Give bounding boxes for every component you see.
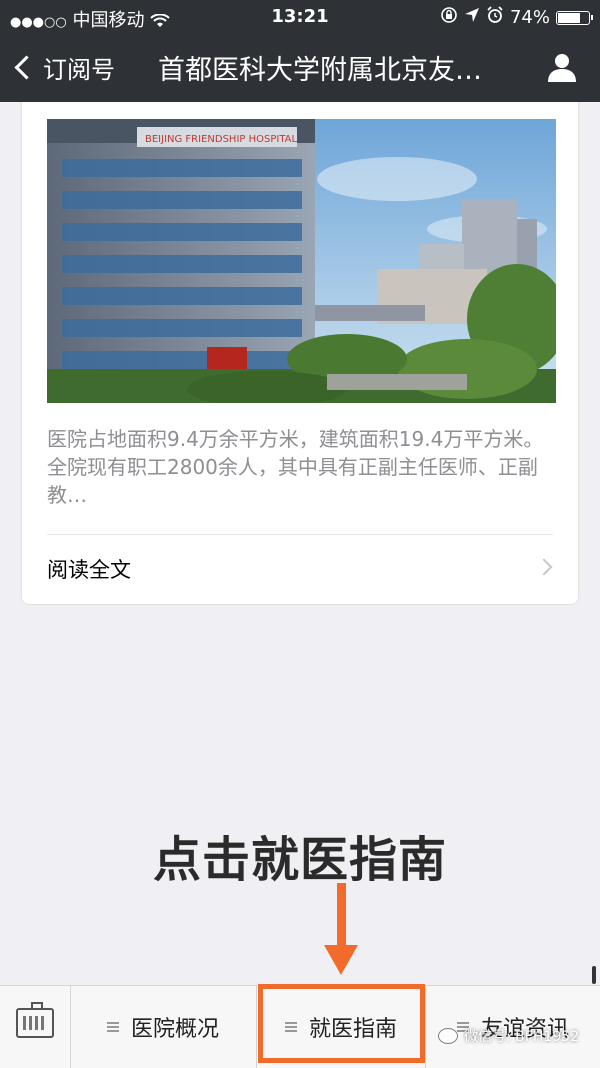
arrow-shaft xyxy=(337,883,346,950)
read-all-link[interactable]: 阅读全文 xyxy=(47,554,131,584)
keyboard-icon xyxy=(16,1008,54,1038)
page-title: 首都医科大学附属北京友… xyxy=(158,55,482,86)
scroll-indicator xyxy=(592,966,596,984)
keyboard-toggle-button[interactable] xyxy=(0,986,71,1068)
battery-fill xyxy=(558,12,580,23)
hospital-photo: BEIJING FRIENDSHIP HOSPITAL xyxy=(47,119,556,403)
top-bar: ●●●○○ 中国移动 13:21 74% 订阅号 首都医科大学附属北京友… xyxy=(0,0,600,102)
article-summary: 医院占地面积9.4万余平方米，建筑面积19.4万平方米。全院现有职工2800余人… xyxy=(47,427,544,507)
location-icon xyxy=(464,7,480,28)
menu-lines-icon xyxy=(106,1022,119,1032)
person-icon xyxy=(548,54,576,82)
hospital-sign: BEIJING FRIENDSHIP HOSPITAL xyxy=(145,134,297,145)
orientation-lock-icon xyxy=(440,6,458,29)
navigation-bar: 订阅号 首都医科大学附属北京友… xyxy=(0,34,600,102)
divider xyxy=(47,534,553,535)
status-bar: ●●●○○ 中国移动 13:21 74% xyxy=(0,0,600,34)
arrow-down-icon xyxy=(324,945,358,975)
back-label: 订阅号 xyxy=(43,56,115,84)
watermark-text: 微信号: BFH1952 xyxy=(464,1029,579,1045)
chevron-left-icon xyxy=(14,55,39,80)
profile-button[interactable] xyxy=(546,51,578,83)
annotation-text: 点击就医指南 xyxy=(152,832,447,888)
chevron-right-icon xyxy=(535,558,553,576)
highlight-box xyxy=(258,984,425,1063)
alarm-icon xyxy=(486,6,504,29)
article-card[interactable]: BEIJING FRIENDSHIP HOSPITAL 医院占地面积9.4万余平… xyxy=(21,102,579,605)
wechat-icon xyxy=(438,1028,458,1044)
back-button[interactable]: 订阅号 xyxy=(12,50,115,85)
battery-icon xyxy=(556,10,593,25)
menu-item-label: 医院概况 xyxy=(130,1017,219,1042)
menu-item-hospital-overview[interactable]: 医院概况 xyxy=(70,986,257,1068)
watermark: 微信号: BFH1952 xyxy=(438,1026,579,1046)
status-right: 74% xyxy=(440,6,593,29)
battery-percentage: 74% xyxy=(509,7,550,28)
